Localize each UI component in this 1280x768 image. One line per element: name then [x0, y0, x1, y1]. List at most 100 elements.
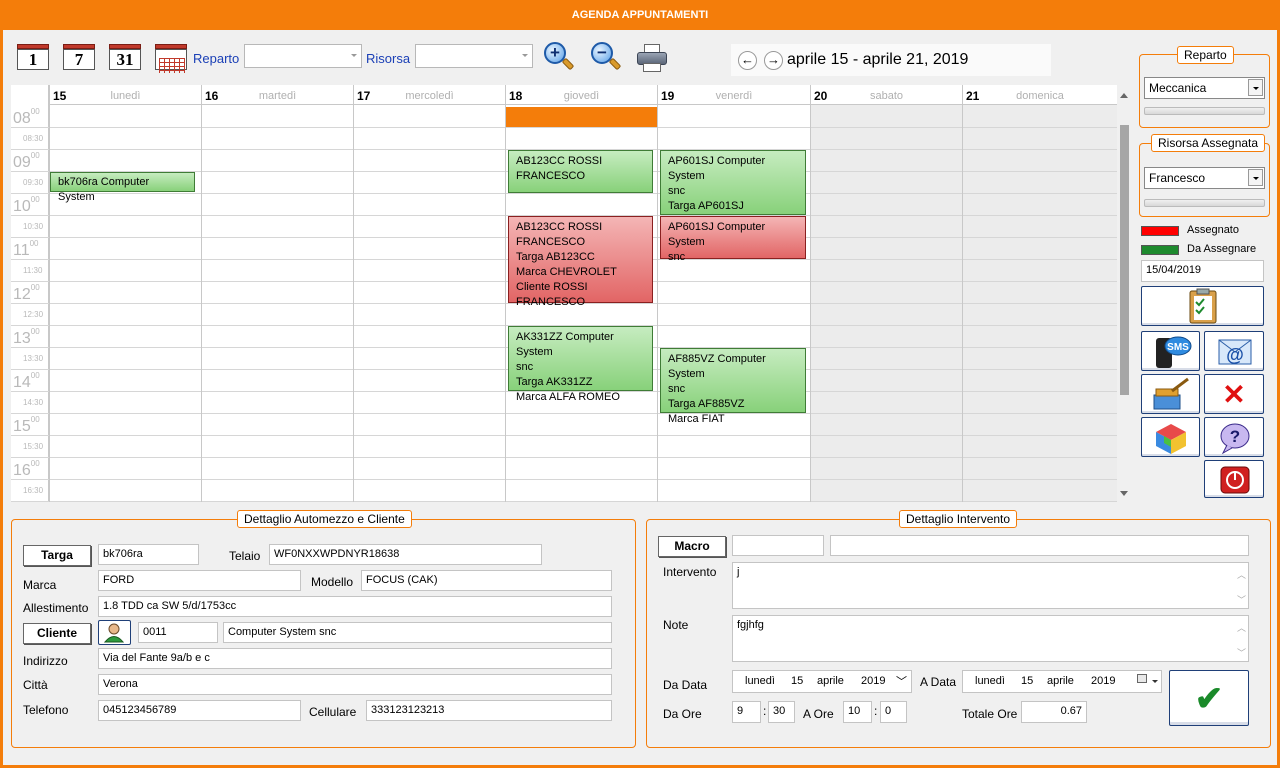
risorsa-select[interactable]: [415, 44, 533, 68]
next-week-button[interactable]: →: [764, 51, 783, 70]
sms-button[interactable]: SMS: [1141, 331, 1200, 371]
day-column[interactable]: [49, 105, 50, 502]
checklist-button[interactable]: [1141, 286, 1264, 326]
day-header-sabato[interactable]: 20 sabato: [810, 85, 962, 105]
hour-minutes: 00: [30, 415, 40, 424]
appointment-block[interactable]: bk706ra Computer System: [50, 172, 195, 203]
month-view-button[interactable]: 31: [109, 44, 141, 70]
help-button[interactable]: ?: [1204, 417, 1264, 457]
intervento-title: Dettaglio Intervento: [899, 510, 1018, 528]
macro-code-field[interactable]: [732, 535, 824, 556]
allestimento-field[interactable]: 1.8 TDD ca SW 5/d/1753cc: [98, 596, 612, 617]
chevron-down-icon: [1152, 680, 1158, 683]
intervento-label: Intervento: [663, 565, 717, 579]
scroll-up-icon[interactable]: [1120, 93, 1128, 98]
day-header-mercoledì[interactable]: 17 mercoledì: [353, 85, 505, 105]
day-header-martedì[interactable]: 16 martedì: [201, 85, 353, 105]
day-view-label: 1: [17, 49, 49, 70]
appointment-block[interactable]: AB123CC ROSSI FRANCESCO Targa AB123CC Marca…: [508, 216, 653, 308]
cliente-name-field[interactable]: Computer System snc: [223, 622, 612, 643]
hour-value: 14: [13, 374, 31, 391]
scroll-down-icon[interactable]: ﹀: [1237, 593, 1246, 606]
macro-desc-field[interactable]: [830, 535, 1249, 556]
da-ore-minute[interactable]: 30: [768, 701, 795, 723]
day-column[interactable]: [201, 105, 202, 502]
current-time-marker: [506, 107, 658, 127]
delete-button[interactable]: ✕: [1204, 374, 1264, 414]
appointment-line: AF885VZ Computer System: [668, 353, 766, 380]
scroll-up-icon[interactable]: ︿: [1237, 568, 1246, 581]
time-slot-line: [11, 501, 1117, 502]
power-icon: [1220, 466, 1250, 494]
half-hour-label: 15:30: [23, 442, 44, 451]
a-ore-minute[interactable]: 0: [880, 701, 907, 723]
month-view-label: 31: [109, 49, 141, 70]
exit-button[interactable]: [1204, 460, 1264, 498]
da-data-picker[interactable]: lunedì 15 aprile 2019 ﹀: [732, 670, 912, 693]
scroll-thumb[interactable]: [1120, 125, 1129, 395]
citta-field[interactable]: Verona: [98, 674, 612, 695]
a-ore-hour[interactable]: 10: [843, 701, 872, 723]
modello-field[interactable]: FOCUS (CAK): [361, 570, 612, 591]
day-header-venerdì[interactable]: 19 venerdì: [657, 85, 810, 105]
appointment-block[interactable]: AB123CC ROSSI FRANCESCO: [508, 150, 653, 193]
confirm-button[interactable]: ✔: [1169, 670, 1249, 726]
day-column[interactable]: [962, 105, 963, 502]
hour-value: 08: [13, 110, 31, 127]
scroll-down-icon[interactable]: ﹀: [1237, 646, 1246, 659]
prev-week-button[interactable]: ←: [738, 51, 757, 70]
scroll-up-icon[interactable]: ︿: [1237, 621, 1246, 634]
email-icon: @: [1218, 339, 1252, 365]
reparto-select[interactable]: [244, 44, 362, 68]
print-button[interactable]: [637, 44, 667, 72]
appointment-line: Marca CHEVROLET: [516, 266, 617, 278]
appointment-line: Marca FIAT: [668, 413, 725, 425]
hour-minutes: 00: [30, 151, 40, 160]
hour-label: 1100: [13, 239, 39, 260]
day-header-domenica[interactable]: 21 domenica: [962, 85, 1117, 105]
day-column[interactable]: [810, 105, 811, 502]
components-button[interactable]: [1141, 417, 1200, 457]
cliente-lookup-button[interactable]: [98, 620, 131, 645]
hour-label: 1300: [13, 327, 40, 348]
day-column[interactable]: [657, 105, 658, 502]
day-column[interactable]: [353, 105, 354, 502]
marca-field[interactable]: FORD: [98, 570, 301, 591]
intervento-textarea[interactable]: j ︿ ﹀: [732, 562, 1249, 609]
date-field[interactable]: 15/04/2019: [1141, 260, 1264, 282]
totale-ore-field[interactable]: 0.67: [1021, 701, 1087, 723]
day-view-button[interactable]: 1: [17, 44, 49, 70]
chevron-down-icon: ﹀: [896, 676, 907, 688]
day-header-giovedì[interactable]: 18 giovedì: [505, 85, 657, 105]
calendar-grid[interactable]: 15 lunedì 16 martedì 17 mercoledì 18 giovedì 19 v…: [11, 85, 1117, 502]
email-button[interactable]: @: [1204, 331, 1264, 371]
risorsa-dropdown[interactable]: Francesco: [1144, 167, 1265, 189]
macro-button[interactable]: Macro: [658, 536, 726, 557]
zoom-in-button[interactable]: +: [542, 40, 576, 74]
calendar-scrollbar[interactable]: [1117, 85, 1131, 502]
zoom-out-button[interactable]: −: [589, 40, 623, 74]
note-textarea[interactable]: fgjhfg ︿ ﹀: [732, 615, 1249, 662]
appointment-block[interactable]: AK331ZZ Computer System snc Targa AK331ZZ M…: [508, 326, 653, 403]
clean-button[interactable]: [1141, 374, 1200, 414]
hour-label: 1400: [13, 371, 40, 392]
appointment-block[interactable]: AP601SJ Computer SystemsncTarga AP601SJM…: [660, 150, 806, 227]
indirizzo-field[interactable]: Via del Fante 9a/b e c: [98, 648, 612, 669]
scroll-down-icon[interactable]: [1120, 491, 1128, 496]
grid-view-button[interactable]: [155, 44, 187, 73]
targa-field[interactable]: bk706ra: [98, 544, 199, 565]
day-column[interactable]: [505, 105, 506, 502]
a-data-picker[interactable]: lunedì 15 aprile 2019: [962, 670, 1162, 693]
day-header-lunedì[interactable]: 15 lunedì: [49, 85, 201, 105]
week-view-button[interactable]: 7: [63, 44, 95, 70]
appointment-block[interactable]: AF885VZ Computer System snc Targa AF885VZ M…: [660, 348, 806, 425]
cellulare-field[interactable]: 333123123213: [366, 700, 612, 721]
telaio-field[interactable]: WF0NXXWPDNYR18638: [269, 544, 542, 565]
appointment-block[interactable]: AP601SJ Computer System snc: [660, 216, 806, 263]
reparto-dropdown[interactable]: Meccanica: [1144, 77, 1265, 99]
da-ore-hour[interactable]: 9: [732, 701, 761, 723]
telefono-field[interactable]: 045123456789: [98, 700, 301, 721]
targa-button[interactable]: Targa: [23, 545, 91, 566]
cliente-code-field[interactable]: 0011: [138, 622, 218, 643]
cliente-button[interactable]: Cliente: [23, 623, 91, 644]
